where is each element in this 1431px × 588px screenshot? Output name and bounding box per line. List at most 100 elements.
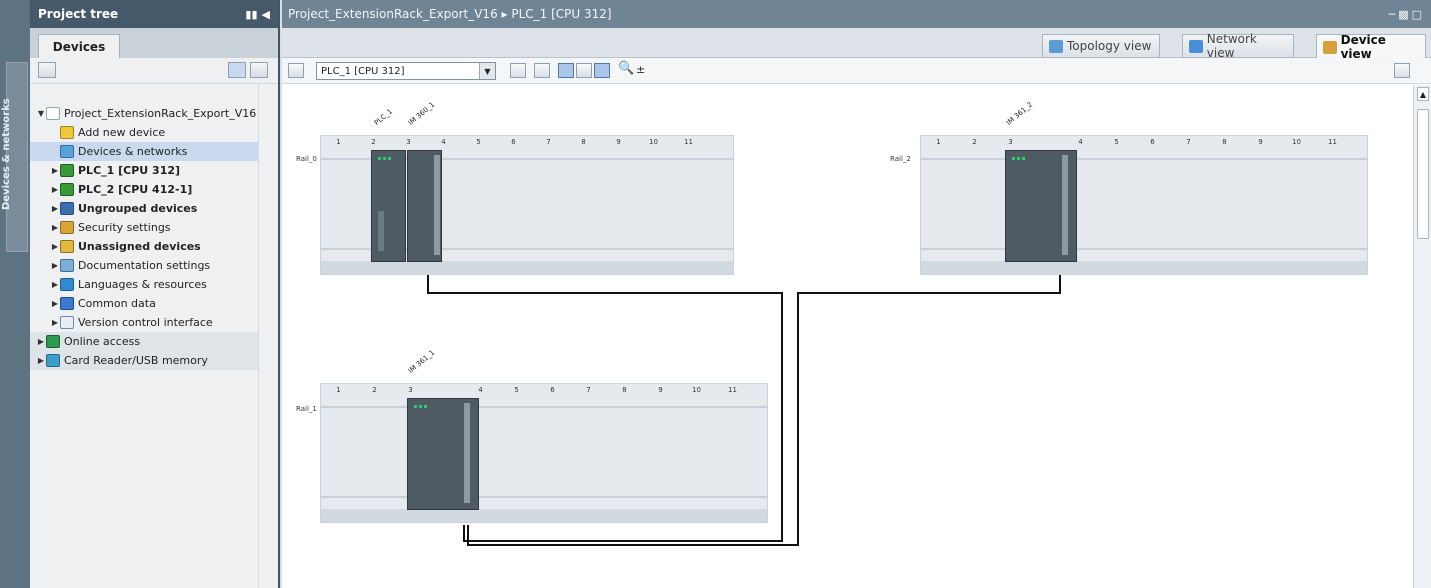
tree-toolbar	[30, 58, 278, 84]
languages-icon	[60, 278, 74, 291]
tree-item-documentation[interactable]: ▶ Documentation settings	[30, 256, 258, 275]
show-rack-icon[interactable]	[594, 63, 610, 78]
tree-item-label: Documentation settings	[78, 259, 211, 272]
tree-item-label: Add new device	[78, 126, 166, 139]
interface-connections	[427, 275, 1061, 546]
collapsed-arrow-icon[interactable]: ▶	[50, 204, 60, 213]
card-reader-icon	[46, 354, 60, 367]
tree-secondary-column	[258, 84, 278, 588]
collapsed-arrow-icon[interactable]: ▶	[50, 299, 60, 308]
tree-item-add-device[interactable]: Add new device	[30, 123, 258, 142]
chevron-down-icon[interactable]: ▼	[479, 63, 495, 79]
tree-item-label: Common data	[78, 297, 156, 310]
collapsed-arrow-icon[interactable]: ▶	[36, 356, 46, 365]
tab-device-view[interactable]: Device view	[1316, 33, 1426, 61]
main-editor: Project_ExtensionRack_Export_V16 ▸ PLC_1…	[282, 0, 1431, 588]
device-canvas[interactable]: Rail_0 1 2 3 4 5 6 7 8 9 10 11 PLC_1 IM …	[282, 85, 1404, 588]
tab-devices[interactable]: Devices	[38, 34, 120, 58]
network-icon	[60, 145, 74, 158]
zoom-dropdown[interactable]: ±	[636, 63, 645, 76]
device-select-value: PLC_1 [CPU 312]	[321, 65, 405, 77]
project-icon	[46, 107, 60, 120]
project-tree-title: Project tree	[38, 7, 119, 21]
tab-topology-view[interactable]: Topology view	[1042, 34, 1160, 58]
view-tabs: Topology view Network view Device view	[282, 28, 1431, 61]
grid-table-icon[interactable]	[576, 63, 592, 78]
common-data-icon	[60, 297, 74, 310]
collapse-left-icon[interactable]: ◀	[262, 8, 270, 21]
window-controls[interactable]: ─▩□	[1389, 8, 1425, 21]
unassigned-icon	[60, 240, 74, 253]
add-device-icon	[60, 126, 74, 139]
page-break-icon[interactable]	[558, 63, 574, 78]
zoom-icon[interactable]: 🔍	[618, 61, 634, 76]
tree-item-label: Online access	[64, 335, 141, 348]
tree-item-unassigned[interactable]: ▶ Unassigned devices	[30, 237, 258, 256]
security-icon	[60, 221, 74, 234]
vertical-task-strip: Devices & networks	[0, 0, 30, 588]
properties-icon[interactable]	[510, 63, 526, 78]
devices-networks-label: Devices & networks	[1, 98, 12, 210]
tree-item-common-data[interactable]: ▶ Common data	[30, 294, 258, 313]
collapsed-arrow-icon[interactable]: ▶	[36, 337, 46, 346]
project-tree-list: ▼ Project_ExtensionRack_Export_V16 Add n…	[30, 104, 258, 588]
connection-cable	[427, 275, 783, 542]
tree-item-label: Version control interface	[78, 316, 213, 329]
tree-item-security[interactable]: ▶ Security settings	[30, 218, 258, 237]
connection-cable	[467, 275, 1061, 546]
tab-label: Device view	[1340, 33, 1386, 61]
project-tree-header: Project tree ▮▮ ◀	[30, 0, 278, 28]
tree-item-project[interactable]: ▼ Project_ExtensionRack_Export_V16	[30, 104, 258, 123]
tree-item-label: Card Reader/USB memory	[64, 354, 208, 367]
tree-item-plc1[interactable]: ▶ PLC_1 [CPU 312]	[30, 161, 258, 180]
collapsed-arrow-icon[interactable]: ▶	[50, 166, 60, 175]
tree-item-label: Project_ExtensionRack_Export_V16	[64, 107, 257, 120]
tree-item-label: Unassigned devices	[78, 240, 201, 253]
pin-icon[interactable]: ▮▮	[245, 8, 257, 21]
tree-item-plc2[interactable]: ▶ PLC_2 [CPU 412-1]	[30, 180, 258, 199]
overview-icon[interactable]	[228, 62, 246, 78]
topology-icon	[1049, 39, 1063, 53]
overview-panel-icon[interactable]	[1394, 63, 1410, 78]
tree-item-languages[interactable]: ▶ Languages & resources	[30, 275, 258, 294]
breadcrumb: Project_ExtensionRack_Export_V16 ▸ PLC_1…	[288, 7, 612, 21]
tree-item-label: PLC_2 [CPU 412-1]	[78, 183, 193, 196]
grid-icon[interactable]	[38, 62, 56, 78]
documentation-icon	[60, 259, 74, 272]
scroll-up-icon[interactable]: ▲	[1417, 87, 1429, 101]
tree-tabs: Devices	[30, 28, 278, 58]
collapsed-arrow-icon[interactable]: ▶	[50, 242, 60, 251]
version-control-icon	[60, 316, 74, 329]
plc-icon	[60, 183, 74, 196]
collapsed-arrow-icon[interactable]: ▶	[50, 223, 60, 232]
expanded-arrow-icon[interactable]: ▼	[36, 109, 46, 118]
vertical-scrollbar[interactable]: ▲	[1413, 85, 1431, 588]
tab-label: Network view	[1206, 32, 1257, 60]
online-access-icon	[46, 335, 60, 348]
collapsed-arrow-icon[interactable]: ▶	[50, 185, 60, 194]
collapsed-arrow-icon[interactable]: ▶	[50, 261, 60, 270]
tree-item-version-control[interactable]: ▶ Version control interface	[30, 313, 258, 332]
tree-item-label: Security settings	[78, 221, 171, 234]
tree-item-card-reader[interactable]: ▶ Card Reader/USB memory	[30, 351, 258, 370]
export-icon[interactable]	[250, 62, 268, 78]
tree-item-label: Languages & resources	[78, 278, 207, 291]
collapsed-arrow-icon[interactable]: ▶	[50, 280, 60, 289]
tab-network-view[interactable]: Network view	[1182, 32, 1294, 60]
device-list-icon[interactable]	[288, 63, 304, 78]
device-view-toolbar: PLC_1 [CPU 312] ▼ 🔍 ±	[282, 58, 1431, 84]
tree-item-devices-networks[interactable]: Devices & networks	[30, 142, 258, 161]
tree-item-online-access[interactable]: ▶ Online access	[30, 332, 258, 351]
device-select[interactable]: PLC_1 [CPU 312] ▼	[316, 62, 496, 80]
network-view-icon	[1189, 39, 1203, 53]
editor-title-bar: Project_ExtensionRack_Export_V16 ▸ PLC_1…	[282, 0, 1431, 28]
labels-icon[interactable]	[534, 63, 550, 78]
device-view-icon	[1323, 40, 1337, 54]
group-icon	[60, 202, 74, 215]
tree-item-ungrouped[interactable]: ▶ Ungrouped devices	[30, 199, 258, 218]
scroll-thumb[interactable]	[1417, 109, 1429, 239]
collapsed-arrow-icon[interactable]: ▶	[50, 318, 60, 327]
panel-controls: ▮▮ ◀	[245, 8, 270, 21]
tree-item-label: Devices & networks	[78, 145, 188, 158]
project-tree-panel: Project tree ▮▮ ◀ Devices ▼ Project_Exte…	[30, 0, 280, 588]
